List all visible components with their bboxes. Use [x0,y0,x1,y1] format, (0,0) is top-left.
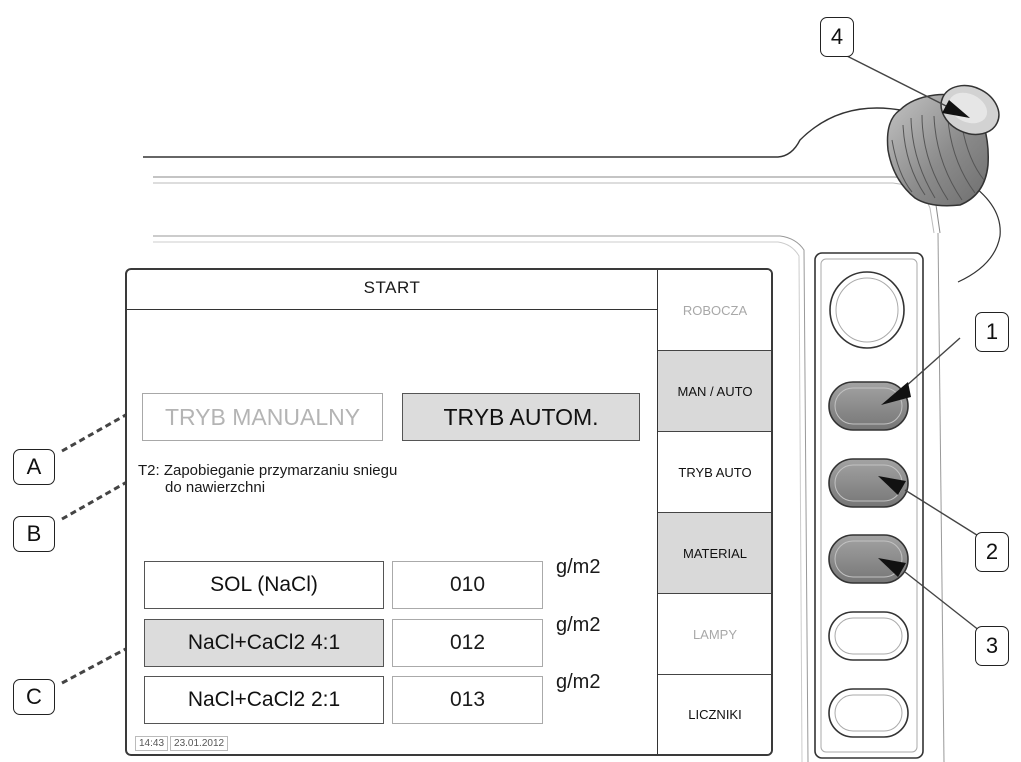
material-rate-sol[interactable]: 010 [392,561,543,609]
program-description: T2: Zapobieganie przymarzaniu sniegu do … [138,462,528,496]
material-rate-nacl-cacl2-4-1[interactable]: 012 [392,619,543,667]
status-time: 14:43 [135,736,169,751]
program-description-line-1: T2: Zapobieganie przymarzaniu sniegu [138,462,398,479]
hardware-button-3 [828,534,909,584]
callout-3: 3 [975,626,1009,666]
material-unit-sol: g/m2 [556,556,601,578]
menu-item-man-auto[interactable]: MAN / AUTO [658,351,771,432]
menu-item-tryb-auto[interactable]: TRYB AUTO [658,432,771,513]
screen-title: START [127,270,657,310]
hardware-button-5 [828,688,909,738]
material-unit-nacl-cacl2-4-1: g/m2 [556,614,601,636]
menu-item-material[interactable]: MATERIAL [658,513,771,594]
callout-b: B [13,516,55,552]
auto-mode-button[interactable]: TRYB AUTOM. [402,393,640,441]
program-description-line-2: do nawierzchni [165,479,266,496]
menu-item-liczniki[interactable]: LICZNIKI [658,675,771,754]
callout-2: 2 [975,532,1009,572]
material-rate-nacl-cacl2-2-1[interactable]: 013 [392,676,543,724]
status-date: 23.01.2012 [170,736,229,751]
callout-c: C [13,679,55,715]
hardware-button-4 [828,611,909,661]
hardware-buttons [828,271,909,738]
manual-mode-button[interactable]: TRYB MANUALNY [142,393,383,441]
menu-item-robocza[interactable]: ROBOCZA [658,270,771,351]
callout-a: A [13,449,55,485]
material-button-nacl-cacl2-2-1[interactable]: NaCl+CaCl2 2:1 [144,676,384,724]
side-menu: ROBOCZA MAN / AUTO TRYB AUTO MATERIAL LA… [657,270,771,754]
material-button-nacl-cacl2-4-1[interactable]: NaCl+CaCl2 4:1 [144,619,384,667]
material-button-sol[interactable]: SOL (NaCl) [144,561,384,609]
rotary-knob [886,84,1000,207]
callout-4: 4 [820,17,854,57]
material-unit-nacl-cacl2-2-1: g/m2 [556,671,601,693]
callout-1: 1 [975,312,1009,352]
status-bar: 14:43 23.01.2012 [135,736,229,751]
menu-item-lampy[interactable]: LAMPY [658,594,771,675]
hardware-button-1 [828,381,909,431]
round-hardware-button [829,271,905,349]
lcd-screen: START ROBOCZA MAN / AUTO TRYB AUTO MATER… [125,268,773,756]
